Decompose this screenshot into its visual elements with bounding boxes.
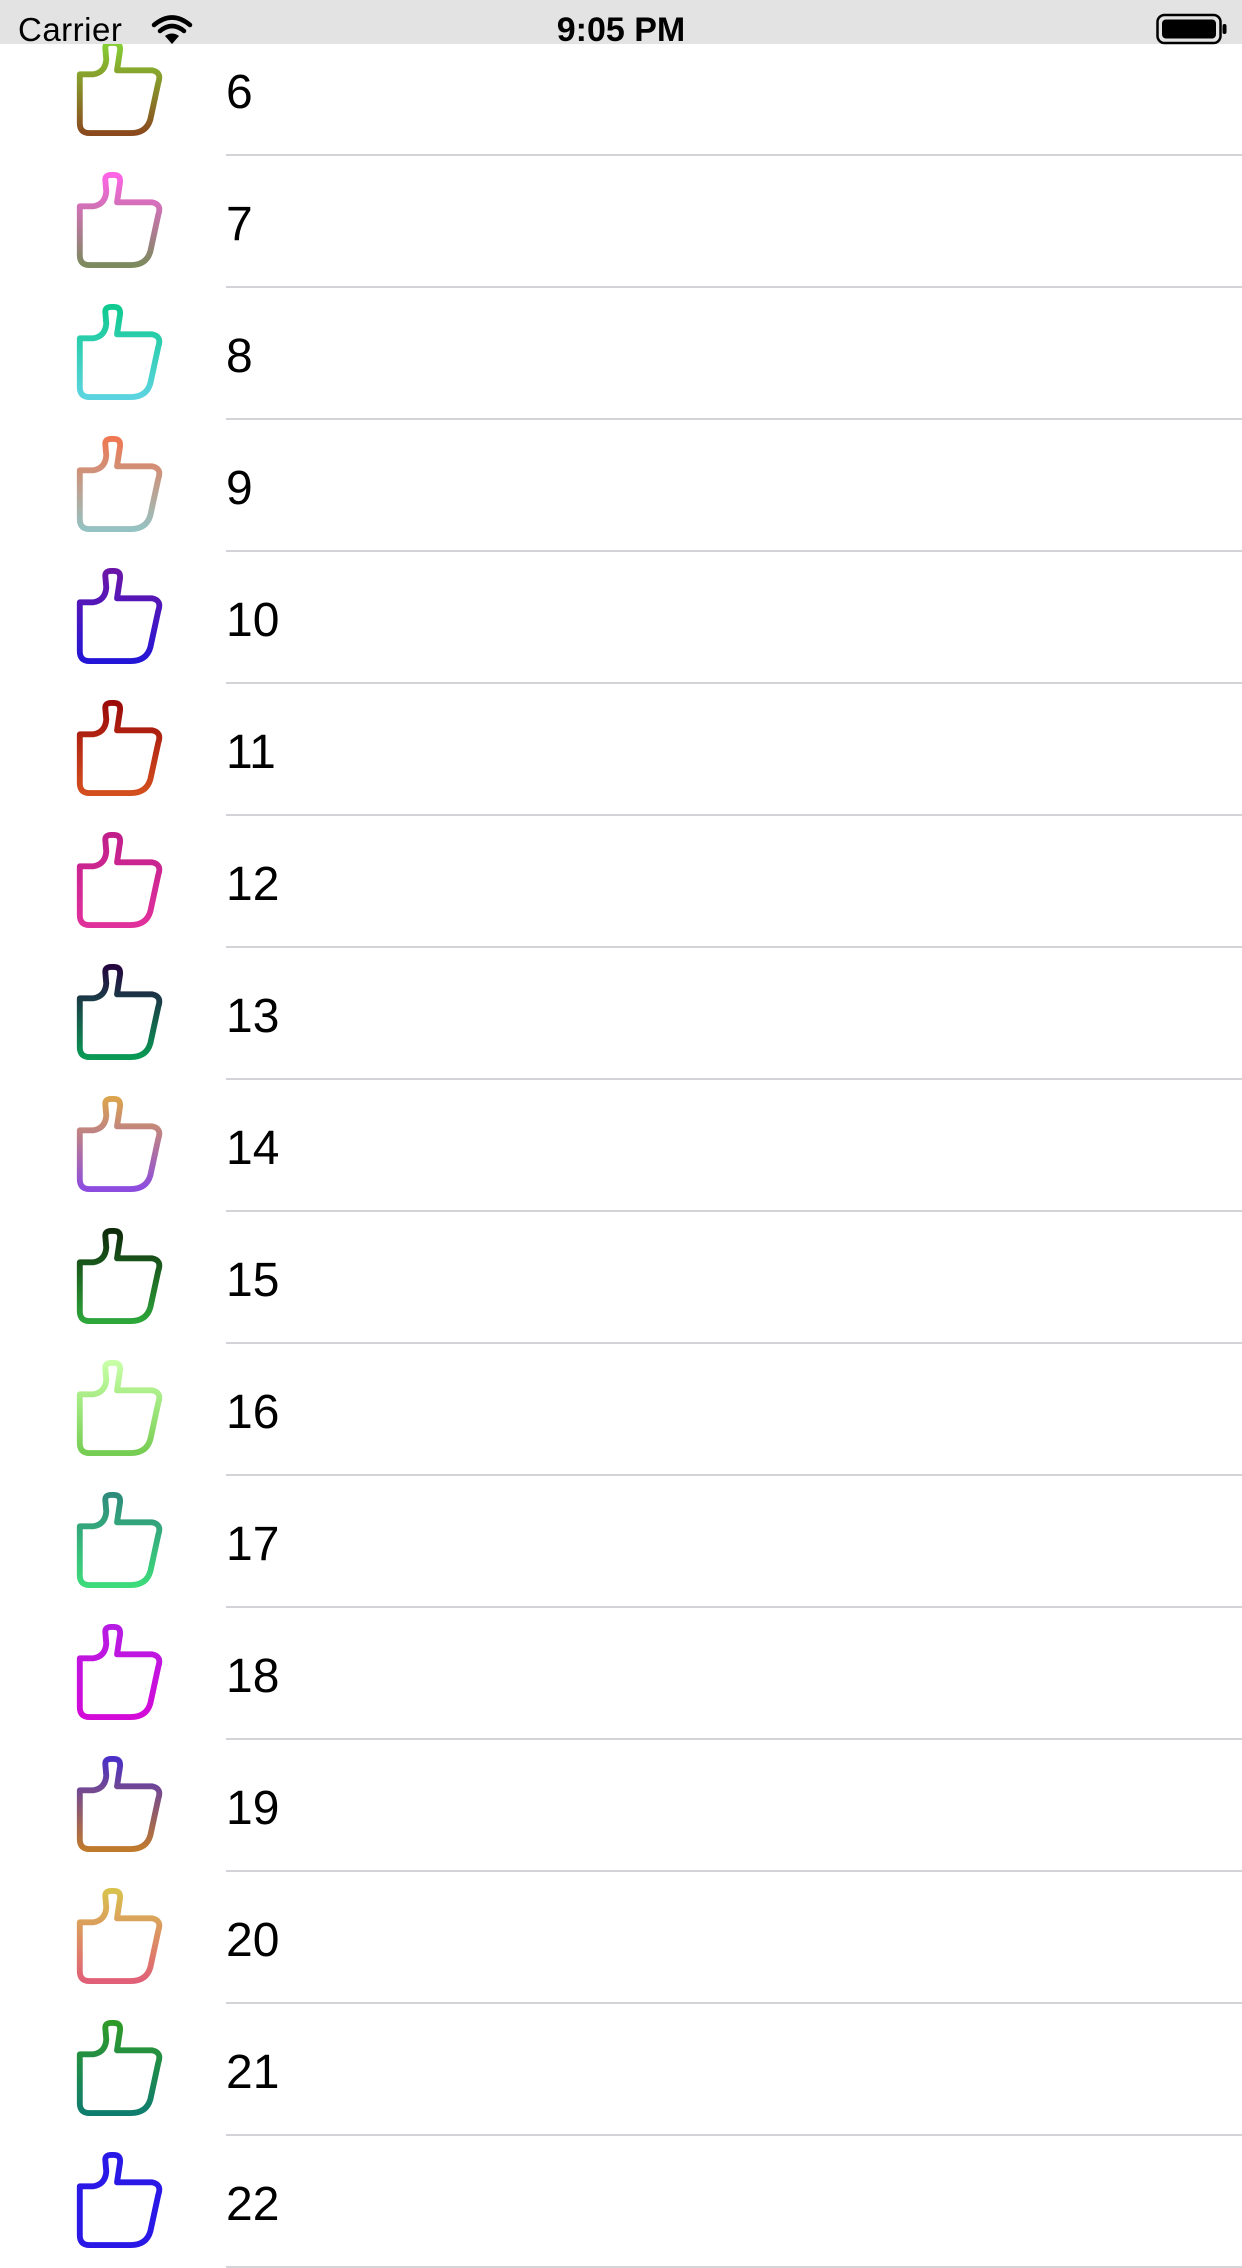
list-item[interactable]: 13 — [0, 948, 1242, 1080]
list-item-label: 19 — [226, 1782, 280, 1835]
list-item-label: 7 — [226, 198, 253, 251]
thumbs-up-icon — [76, 1755, 163, 1853]
list-item[interactable]: 12 — [0, 816, 1242, 948]
battery-icon — [1156, 13, 1227, 45]
list-item-label: 9 — [226, 462, 253, 515]
thumbs-up-icon — [76, 1623, 163, 1721]
list-item-label: 18 — [226, 1650, 280, 1703]
list-item-label: 20 — [226, 1914, 280, 1967]
list-item[interactable]: 9 — [0, 420, 1242, 552]
list-item-label: 8 — [226, 330, 253, 383]
list-item[interactable]: 17 — [0, 1476, 1242, 1608]
thumbs-up-icon — [76, 1491, 163, 1589]
list-item[interactable]: 7 — [0, 156, 1242, 288]
list-item-label: 11 — [226, 726, 276, 779]
list-item-label: 17 — [226, 1518, 280, 1571]
list-item-label: 16 — [226, 1386, 280, 1439]
list-item[interactable]: 10 — [0, 552, 1242, 684]
list-item-label: 22 — [226, 2178, 280, 2231]
list-item-label: 21 — [226, 2046, 280, 2099]
thumbs-up-icon — [76, 1095, 163, 1193]
list-item-label: 6 — [226, 66, 253, 119]
thumbs-up-icon — [76, 303, 163, 401]
status-bar: Carrier 9:05 PM — [0, 0, 1242, 49]
list-item[interactable]: 18 — [0, 1608, 1242, 1740]
thumbs-up-icon — [76, 567, 163, 665]
thumbs-up-icon — [76, 171, 163, 269]
thumbs-up-icon — [76, 1227, 163, 1325]
list-item-label: 10 — [226, 594, 280, 647]
list-item-label: 15 — [226, 1254, 280, 1307]
list-item[interactable]: 21 — [0, 2004, 1242, 2136]
thumbs-up-icon — [76, 39, 163, 137]
thumbs-up-icon — [76, 831, 163, 929]
thumbs-up-icon — [76, 2019, 163, 2117]
thumbs-up-icon — [76, 2151, 163, 2249]
list-item-label: 14 — [226, 1122, 280, 1175]
list-item[interactable]: 11 — [0, 684, 1242, 816]
list-item[interactable]: 16 — [0, 1344, 1242, 1476]
thumbs-up-icon — [76, 1887, 163, 1985]
thumbs-up-icon — [76, 435, 163, 533]
list-item[interactable]: 8 — [0, 288, 1242, 420]
list-item[interactable]: 22 — [0, 2136, 1242, 2268]
thumbs-up-icon — [76, 1359, 163, 1457]
thumbs-up-icon — [76, 963, 163, 1061]
list-item[interactable]: 15 — [0, 1212, 1242, 1344]
list-item[interactable]: 20 — [0, 1872, 1242, 2004]
list-item-label: 12 — [226, 858, 280, 911]
list-item[interactable]: 14 — [0, 1080, 1242, 1212]
thumbs-up-icon — [76, 699, 163, 797]
list-item[interactable]: 19 — [0, 1740, 1242, 1872]
clock: 9:05 PM — [556, 11, 686, 49]
list-item-label: 13 — [226, 990, 280, 1043]
